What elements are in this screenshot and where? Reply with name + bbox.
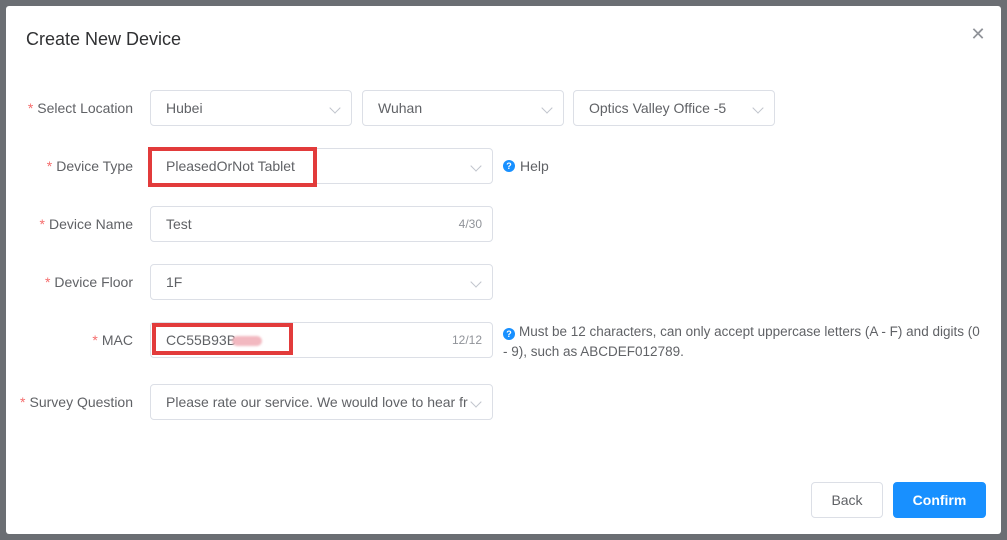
back-button[interactable]: Back (811, 482, 883, 518)
mac-label: * MAC (92, 332, 133, 348)
mac-hint-text: Must be 12 characters, can only accept u… (503, 324, 980, 359)
device-name-row: * Device Name Test 4/30 (6, 206, 1001, 242)
required-mark: * (27, 100, 34, 116)
question-circle-icon: ? (503, 328, 515, 340)
device-name-counter: 4/30 (458, 217, 482, 231)
mac-value: CC55B93B (166, 332, 237, 348)
question-circle-icon: ? (503, 160, 515, 172)
mac-counter: 12/12 (451, 333, 482, 347)
device-name-value: Test (166, 216, 192, 232)
device-type-row: * Device Type PleasedOrNot Tablet ? Help (6, 148, 1001, 184)
mac-hint: ? Must be 12 characters, can only accept … (503, 322, 983, 362)
office-value: Optics Valley Office -5 (589, 100, 727, 116)
location-row: * Select Location Hubei Wuhan Optics Vall… (6, 90, 1001, 126)
location-label: * Select Location (27, 100, 133, 116)
office-select[interactable]: Optics Valley Office -5 (573, 90, 775, 126)
chevron-down-icon (470, 160, 482, 172)
mac-row: * MAC CC55B93B 12/12 ? Must be 12 characte… (6, 322, 1001, 359)
chevron-down-icon (752, 102, 764, 114)
dialog-title: Create New Device (26, 29, 182, 49)
chevron-down-icon (329, 102, 341, 114)
city-value: Wuhan (378, 100, 423, 116)
survey-question-select[interactable]: Please rate our service. We would love t… (150, 384, 493, 420)
help-text: Help (520, 158, 549, 174)
device-name-label: * Device Name (39, 216, 133, 232)
close-icon[interactable]: ✕ (970, 25, 986, 43)
create-device-dialog: Create New Device ✕ * Select Location Hub… (6, 6, 1001, 534)
device-type-value: PleasedOrNot Tablet (166, 158, 295, 174)
chevron-down-icon (470, 396, 482, 408)
device-floor-row: * Device Floor 1F (6, 264, 1001, 300)
survey-question-label: * Survey Question (20, 394, 133, 410)
mac-input[interactable]: CC55B93B 12/12 (150, 322, 493, 358)
survey-question-value: Please rate our service. We would love t… (166, 394, 468, 410)
redacted-mark (232, 336, 263, 346)
province-select[interactable]: Hubei (150, 90, 352, 126)
device-type-label: * Device Type (46, 158, 133, 174)
help-link[interactable]: ? Help (503, 148, 549, 184)
province-value: Hubei (166, 100, 203, 116)
survey-question-row: * Survey Question Please rate our service… (6, 384, 1001, 420)
device-name-input[interactable]: Test 4/30 (150, 206, 493, 242)
confirm-button[interactable]: Confirm (893, 482, 986, 518)
device-floor-select[interactable]: 1F (150, 264, 493, 300)
device-floor-value: 1F (166, 274, 183, 290)
device-type-select[interactable]: PleasedOrNot Tablet (150, 148, 493, 184)
chevron-down-icon (541, 102, 553, 114)
chevron-down-icon (470, 276, 482, 288)
device-floor-label: * Device Floor (44, 274, 133, 290)
city-select[interactable]: Wuhan (362, 90, 564, 126)
